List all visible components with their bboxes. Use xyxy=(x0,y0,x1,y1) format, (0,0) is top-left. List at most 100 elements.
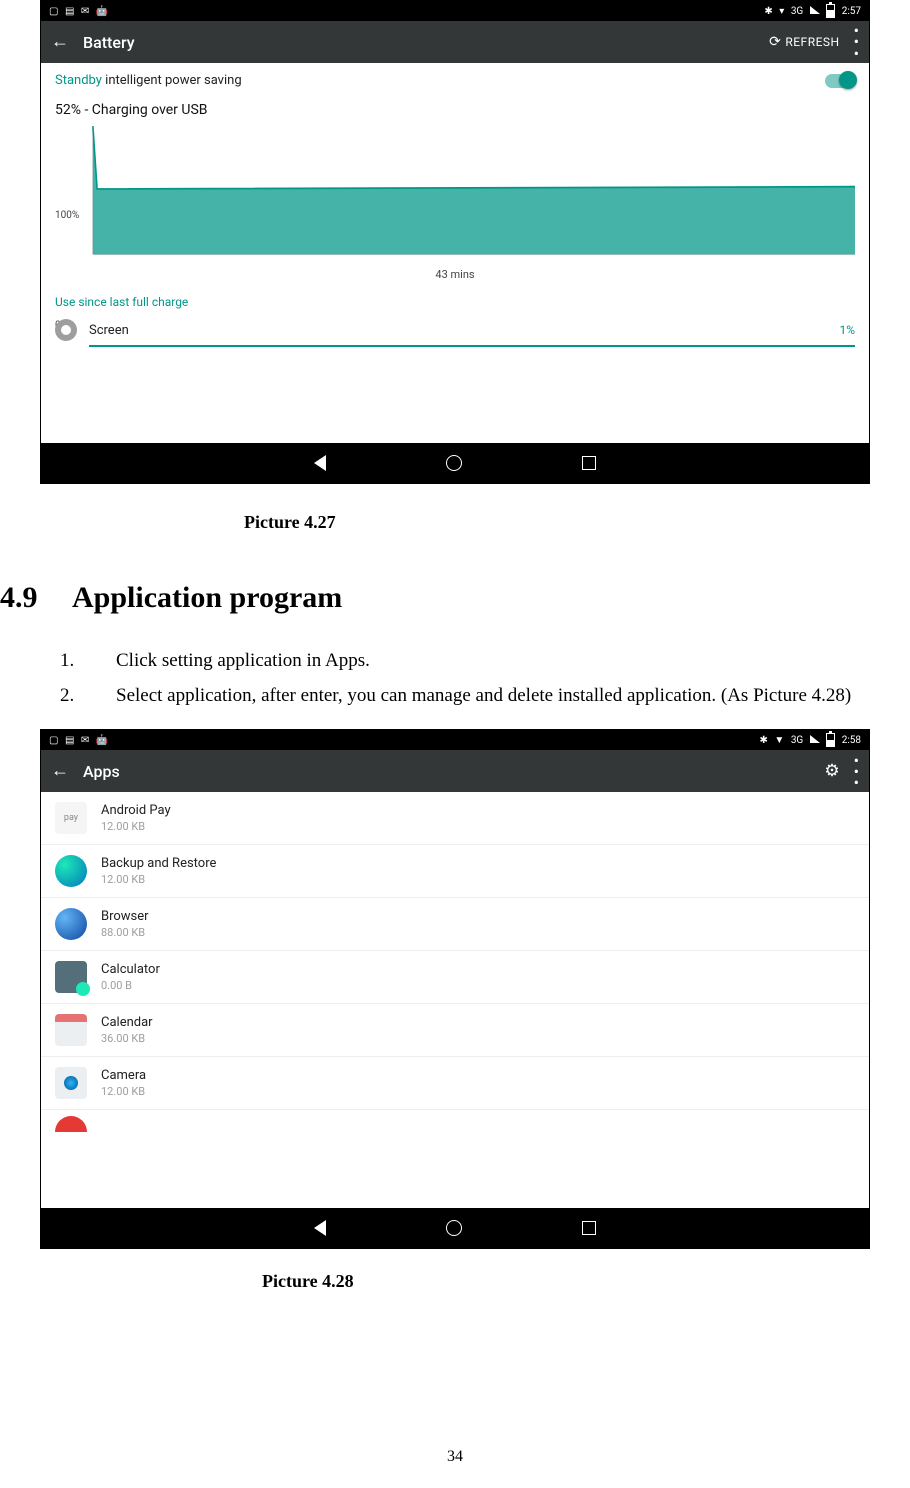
instruction-list: 1. Click setting application in Apps. 2.… xyxy=(60,643,910,713)
apps-list[interactable]: pay Android Pay 12.00 KB Backup and Rest… xyxy=(41,792,869,1208)
bluetooth-icon: ✱ xyxy=(764,6,772,17)
refresh-icon: ⟳ xyxy=(769,34,781,50)
nav-bar xyxy=(41,1208,869,1248)
toggle-prefix: Standby xyxy=(55,73,102,88)
gear-icon[interactable]: ⚙ xyxy=(824,761,839,781)
usage-item-name: Screen xyxy=(89,323,129,338)
toggle-label: intelligent power saving xyxy=(105,73,241,88)
battery-chart[interactable]: 43 mins xyxy=(41,126,869,281)
figure-caption-1: Picture 4.27 xyxy=(244,512,910,533)
app-size: 88.00 KB xyxy=(101,926,149,939)
battery-status: 52% - Charging over USB xyxy=(41,98,869,126)
list-marker: 1. xyxy=(60,643,116,678)
back-icon[interactable]: ← xyxy=(51,762,69,780)
list-item: 2. Select application, after enter, you … xyxy=(60,678,910,713)
page-number: 34 xyxy=(0,1448,910,1466)
nav-back-icon[interactable] xyxy=(314,1220,326,1236)
clock: 2:58 xyxy=(842,735,861,746)
android-icon: 🤖 xyxy=(96,735,108,746)
section-number: 4.9 xyxy=(0,581,72,615)
clock: 2:57 xyxy=(842,6,861,17)
android-icon: 🤖 xyxy=(96,6,108,17)
app-row[interactable]: Browser 88.00 KB xyxy=(41,897,869,950)
app-size: 12.00 KB xyxy=(101,820,171,833)
signal-icon xyxy=(810,735,820,743)
refresh-button[interactable]: ⟳ REFRESH xyxy=(769,34,839,50)
figure-caption-2: Picture 4.28 xyxy=(262,1271,910,1292)
network-label: 3G xyxy=(791,735,803,746)
app-name: Android Pay xyxy=(101,803,171,818)
section-heading: 4.9Application program xyxy=(0,581,910,615)
app-bar-title: Battery xyxy=(83,33,135,52)
app-name: Camera xyxy=(101,1068,146,1083)
switch-on-icon[interactable] xyxy=(825,74,855,88)
chat-icon: ✉ xyxy=(81,6,89,17)
wifi-icon: ▾ xyxy=(779,6,784,17)
network-label: 3G xyxy=(791,6,803,17)
screenshot-battery: ▢ ▤ ✉ 🤖 ✱ ▾ 3G 2:57 ← Battery ⟳ REFRESH xyxy=(40,0,870,484)
list-text: Click setting application in Apps. xyxy=(116,643,910,678)
screenshot-apps: ▢ ▤ ✉ 🤖 ✱ ▼ 3G 2:58 ← Apps ⚙ ••• pay xyxy=(40,729,870,1249)
status-bar: ▢ ▤ ✉ 🤖 ✱ ▼ 3G 2:58 xyxy=(41,730,869,750)
app-bar-apps: ← Apps ⚙ ••• xyxy=(41,750,869,792)
nav-home-icon[interactable] xyxy=(446,455,462,471)
section-title: Application program xyxy=(72,581,342,614)
app-icon-browser xyxy=(55,908,87,940)
app-name: Browser xyxy=(101,909,149,924)
battery-icon xyxy=(826,733,835,747)
battery-icon xyxy=(826,4,835,18)
chat-icon: ✉ xyxy=(81,735,89,746)
usage-progress xyxy=(89,345,855,347)
app-icon-chrome xyxy=(55,1116,87,1132)
nav-back-icon[interactable] xyxy=(314,455,326,471)
usage-row-screen[interactable]: Screen 1% xyxy=(41,315,869,341)
app-size: 12.00 KB xyxy=(101,873,216,886)
list-text: Select application, after enter, you can… xyxy=(116,678,910,713)
battery-body: Standby intelligent power saving 52% - C… xyxy=(41,63,869,443)
app-size: 36.00 KB xyxy=(101,1032,153,1045)
app-size: 0.00 B xyxy=(101,979,160,992)
app-icon-android-pay: pay xyxy=(55,802,87,834)
brightness-icon xyxy=(55,319,77,341)
app-icon-backup xyxy=(55,855,87,887)
signal-icon xyxy=(810,6,820,14)
chart-y-100: 100% xyxy=(55,210,79,221)
usage-item-pct: 1% xyxy=(839,323,855,337)
app-bar-battery: ← Battery ⟳ REFRESH ••• xyxy=(41,21,869,63)
wifi-icon: ▼ xyxy=(774,735,784,746)
photo-icon: ▢ xyxy=(49,6,58,17)
photo-icon: ▢ xyxy=(49,735,58,746)
app-row[interactable]: pay Android Pay 12.00 KB xyxy=(41,792,869,844)
overflow-menu-icon[interactable]: ••• xyxy=(854,755,859,789)
app-name: Backup and Restore xyxy=(101,856,216,871)
app-bar-title: Apps xyxy=(83,762,120,781)
refresh-label: REFRESH xyxy=(785,35,839,49)
app-name: Calculator xyxy=(101,962,160,977)
nav-recent-icon[interactable] xyxy=(582,1221,596,1235)
app-icon-camera xyxy=(55,1067,87,1099)
nav-home-icon[interactable] xyxy=(446,1220,462,1236)
sd-icon: ▤ xyxy=(65,735,74,746)
app-row[interactable]: Camera 12.00 KB xyxy=(41,1056,869,1109)
app-icon-calendar xyxy=(55,1014,87,1046)
standby-toggle-row[interactable]: Standby intelligent power saving xyxy=(41,63,869,98)
back-icon[interactable]: ← xyxy=(51,33,69,51)
app-row[interactable]: Calendar 36.00 KB xyxy=(41,1003,869,1056)
usage-section-heading: Use since last full charge xyxy=(41,281,869,315)
list-item: 1. Click setting application in Apps. xyxy=(60,643,910,678)
status-bar: ▢ ▤ ✉ 🤖 ✱ ▾ 3G 2:57 xyxy=(41,1,869,21)
app-row[interactable]: Calculator 0.00 B xyxy=(41,950,869,1003)
chart-x-label: 43 mins xyxy=(55,268,855,281)
list-marker: 2. xyxy=(60,678,116,713)
app-row[interactable] xyxy=(41,1109,869,1132)
battery-chart-svg xyxy=(55,126,855,266)
app-row[interactable]: Backup and Restore 12.00 KB xyxy=(41,844,869,897)
nav-recent-icon[interactable] xyxy=(582,456,596,470)
app-icon-calculator xyxy=(55,961,87,993)
overflow-menu-icon[interactable]: ••• xyxy=(854,25,859,59)
app-size: 12.00 KB xyxy=(101,1085,146,1098)
sd-icon: ▤ xyxy=(65,6,74,17)
app-name: Calendar xyxy=(101,1015,153,1030)
nav-bar xyxy=(41,443,869,483)
bluetooth-icon: ✱ xyxy=(760,735,768,746)
